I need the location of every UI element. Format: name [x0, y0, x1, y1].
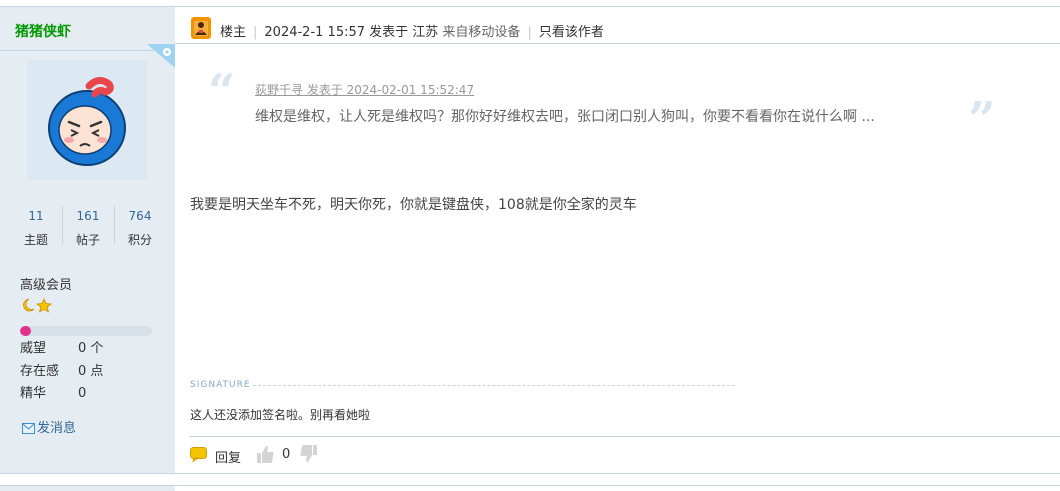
info-presence-value: 0 点	[78, 364, 104, 379]
info-digest-key: 精华	[20, 386, 47, 401]
thumb-down-icon[interactable]	[300, 444, 318, 464]
quote-source-link[interactable]: 荻野千寻 发表于 2024-02-01 15:52:47	[255, 81, 474, 98]
username-link[interactable]: 猪猪侠虾	[15, 21, 71, 41]
avatar-image	[48, 77, 126, 166]
post-meta: 楼主 | 2024-2-1 15:57 发表于 江苏 来自移动设备 | 只看该作者	[220, 21, 604, 40]
user-rank[interactable]: 高级会员	[20, 274, 72, 293]
stat-threads[interactable]: 11 主题	[10, 204, 62, 248]
quote-block: “ 荻野千寻 发表于 2024-02-01 15:52:47 维权是维权，让人死…	[190, 64, 1020, 144]
send-message-label: 发消息	[37, 421, 77, 436]
meta-separator: |	[253, 25, 258, 40]
info-presence: 存在感 0 点	[20, 360, 103, 379]
action-divider	[190, 436, 1060, 437]
info-presence-key: 存在感	[20, 364, 60, 379]
next-post-sidebar	[0, 486, 175, 491]
stat-threads-label: 主题	[23, 233, 48, 247]
level-progress-bar	[20, 326, 152, 336]
signature-text: 这人还没添加签名啦。别再看她啦	[190, 408, 371, 422]
thumb-up-icon[interactable]	[256, 444, 274, 464]
meta-separator: |	[527, 25, 532, 40]
corner-gear-icon[interactable]	[147, 44, 175, 68]
post-date: 2024-2-1 15:57 发表于 江苏	[264, 25, 439, 40]
avatar[interactable]	[27, 60, 147, 180]
info-prestige: 威望 0 个	[20, 337, 103, 356]
user-stats: 11 主题 161 帖子 764 积分	[10, 204, 166, 248]
mail-icon	[22, 423, 35, 434]
signature-label: SIGNATURE	[190, 380, 251, 390]
device-label: 来自移动设备	[442, 25, 521, 40]
quote-text: 维权是维权，让人死是维权吗？那你好好维权去吧，张口闭口别人狗叫，你要不看看你在说…	[255, 109, 875, 125]
host-badge-icon	[191, 17, 211, 39]
reply-button[interactable]: 回复	[215, 447, 241, 466]
info-digest-value: 0	[78, 386, 87, 401]
floor-label: 楼主	[220, 25, 247, 40]
next-post-strip	[0, 485, 1060, 491]
quote-open-mark: “	[208, 64, 236, 120]
post-header: 楼主 | 2024-2-1 15:57 发表于 江苏 来自移动设备 | 只看该作者	[175, 7, 1060, 44]
info-prestige-value: 0 个	[78, 341, 104, 356]
like-count: 0	[282, 447, 291, 462]
stat-points-value: 764	[128, 209, 152, 223]
stat-points-label: 积分	[127, 233, 152, 247]
signature-divider	[253, 385, 735, 386]
stat-posts-value: 161	[76, 209, 100, 223]
info-prestige-key: 威望	[20, 341, 47, 356]
info-digest: 精华 0	[20, 382, 86, 401]
stat-posts-label: 帖子	[75, 233, 100, 247]
quote-close-mark: ”	[968, 92, 996, 148]
moon-star-icon	[23, 298, 53, 313]
post-body: 我要是明天坐车不死，明天你死，你就是键盘侠，108就是你全家的灵车	[190, 197, 637, 213]
post-bottom-border	[0, 473, 1060, 474]
only-author-link[interactable]: 只看该作者	[539, 25, 604, 40]
user-sidebar: 猪猪侠虾 11 主题 161 帖子 764 积分 高级会员 威望 0 个 存在感…	[0, 7, 175, 473]
send-message-link[interactable]: 发消息	[22, 417, 76, 436]
reply-icon[interactable]	[190, 447, 207, 462]
stat-threads-value: 11	[28, 209, 44, 223]
stat-points[interactable]: 764 积分	[114, 204, 166, 248]
level-progress-fill	[20, 326, 31, 336]
stat-posts[interactable]: 161 帖子	[62, 204, 114, 248]
